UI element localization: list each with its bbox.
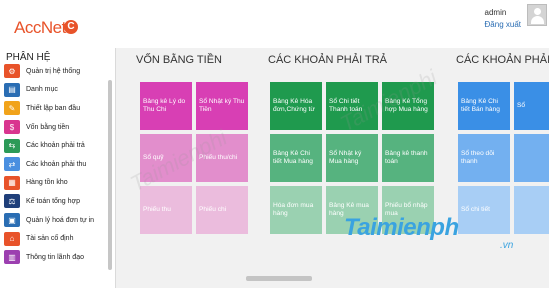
sidebar-item-receivables[interactable]: ⇄ Các khoản phải thu [4,155,108,174]
sidebar-scrollbar[interactable] [108,80,112,270]
brand-watermark-suffix: .vn [500,240,514,251]
sidebar-item-label: Tài sản cố định [26,235,74,243]
app-window: AccNet C admin Đăng xuất PHÂN HỆ ⚙ Quản … [0,0,549,288]
sidebar-item-invoice[interactable]: ▣ Quản lý hoá đơn tự in [4,211,108,230]
sidebar-item-system-admin[interactable]: ⚙ Quản trị hệ thống [4,62,108,81]
tile-receivables-detail[interactable]: Sổ chi tiết [458,186,510,234]
sidebar-item-label: Hàng tồn kho [26,179,68,187]
sidebar-item-label: Quản trị hệ thống [26,67,81,75]
sidebar-item-label: Vốn bằng tiền [26,123,70,131]
brand-watermark: Taimienph [344,214,459,241]
sidebar-item-catalog[interactable]: ▤ Danh mục [4,81,108,100]
sidebar-list: ⚙ Quản trị hệ thống ▤ Danh mục ✎ Thiết l… [4,62,108,267]
invoice-icon: ▣ [4,213,20,228]
tile-purchase-detail[interactable]: Bảng Kê Chi tiết Mua hàng [270,134,322,182]
sidebar-item-label: Các khoản phải thu [26,160,87,168]
system-admin-icon: ⚙ [4,64,20,79]
tile-receivables-extra[interactable] [514,186,549,234]
user-block: admin Đăng xuất [485,8,521,29]
tile-receivables-other[interactable] [514,134,549,182]
inventory-icon: ▦ [4,175,20,190]
tile-cash-book[interactable]: Sổ quỹ [140,134,192,182]
sidebar-item-label: Quản lý hoá đơn tự in [26,216,95,224]
leadership-icon: ▥ [4,250,20,265]
logout-link[interactable]: Đăng xuất [485,20,521,29]
fixed-assets-icon: ⌂ [4,231,20,246]
general-ledger-icon: ⚖ [4,194,20,209]
tile-payment-list[interactable]: Bảng kê thanh toán [382,134,434,182]
sidebar-item-label: Danh mục [26,86,58,94]
tile-payment-voucher[interactable]: Phiếu chi [196,186,248,234]
sidebar-item-inventory[interactable]: ▦ Hàng tồn kho [4,174,108,193]
sidebar-item-label: Các khoản phải trả [26,142,85,150]
sidebar-item-label: Thông tin lãnh đạo [26,253,84,261]
user-name: admin [484,8,507,17]
tile-purchase-summary[interactable]: Bảng Kê Tổng hợp Mua hàng [382,82,434,130]
sidebar-item-label: Thiết lập ban đầu [26,104,81,112]
sidebar-item-fixed-assets[interactable]: ⌂ Tài sản cố định [4,229,108,248]
cash-icon: $ [4,120,20,135]
tile-sales-ledger[interactable]: Sổ [514,82,549,130]
tile-sales-detail[interactable]: Bảng Kê Chi tiết Bán hàng [458,82,510,130]
logo-text: AccNet [14,18,66,37]
tile-receipt-payment-voucher[interactable]: Phiếu thu/chi [196,134,248,182]
sidebar-item-general-ledger[interactable]: ⚖ Kế toán tổng hợp [4,192,108,211]
horizontal-scrollbar[interactable] [246,276,312,281]
avatar[interactable] [527,4,547,26]
tile-cash-reason-report[interactable]: Bảng kê Lý do Thu Chi [140,82,192,130]
sidebar-item-setup[interactable]: ✎ Thiết lập ban đầu [4,99,108,118]
tile-invoice-voucher-list[interactable]: Bảng Kê Hóa đơn,Chứng từ [270,82,322,130]
payables-icon: ⇆ [4,138,20,153]
setup-icon: ✎ [4,101,20,116]
group-title-cash: VỐN BẰNG TIỀN [136,54,222,66]
sidebar: PHÂN HỆ ⚙ Quản trị hệ thống ▤ Danh mục ✎… [0,48,116,288]
sidebar-item-payables[interactable]: ⇆ Các khoản phải trả [4,136,108,155]
tile-payment-ledger[interactable]: Sổ Chi tiết Thanh toán [326,82,378,130]
sidebar-item-label: Kế toán tổng hợp [26,197,81,205]
catalog-icon: ▤ [4,82,20,97]
tile-cash-receipt-journal[interactable]: Sổ Nhật ký Thu Tiền [196,82,248,130]
tile-purchase-invoice[interactable]: Hóa đơn mua hàng [270,186,322,234]
app-logo: AccNet C [4,8,124,46]
tile-payment-tracking[interactable]: Sổ theo dõi thanh [458,134,510,182]
header: AccNet C admin Đăng xuất [0,0,549,48]
sidebar-item-leadership[interactable]: ▥ Thông tin lãnh đạo [4,248,108,267]
group-title-payables: CÁC KHOẢN PHẢI TRẢ [268,54,387,66]
logo-mark: C [64,20,78,34]
tile-receipt-voucher[interactable]: Phiếu thu [140,186,192,234]
group-title-receivables: CÁC KHOẢN PHẢI THU [456,54,549,66]
sidebar-item-cash[interactable]: $ Vốn bằng tiền [4,118,108,137]
receivables-icon: ⇄ [4,157,20,172]
main-tiles: VỐN BẰNG TIỀN Bảng kê Lý do Thu Chi Sổ N… [116,48,549,288]
tile-purchase-journal[interactable]: Sổ Nhật ký Mua hàng [326,134,378,182]
